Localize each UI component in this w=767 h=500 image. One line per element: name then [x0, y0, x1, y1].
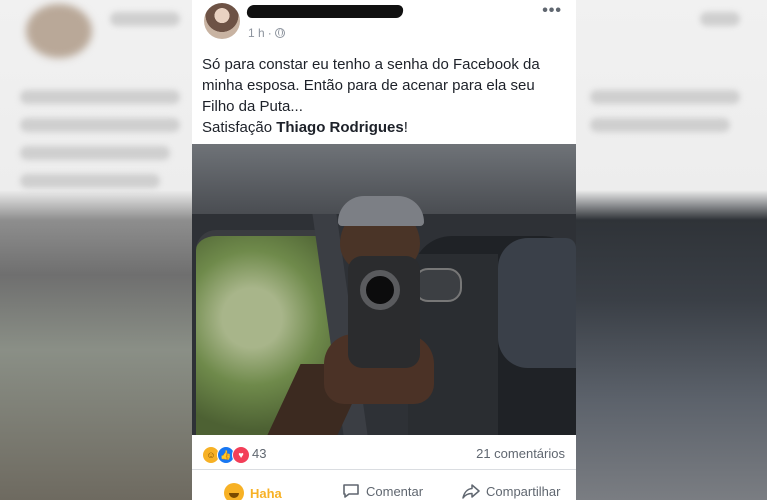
- photo-person-arm: [498, 238, 576, 368]
- post-text-suffix: !: [403, 119, 408, 136]
- love-icon: ♥: [232, 446, 250, 464]
- facebook-post: 1 h · ••• Só para constar eu tenho a sen…: [192, 0, 576, 500]
- share-icon: [462, 484, 480, 499]
- post-time[interactable]: 1 h: [248, 26, 265, 40]
- blurred-line: [590, 90, 740, 104]
- haha-button[interactable]: Haha: [224, 483, 282, 500]
- photo-vest-badge: [414, 268, 462, 302]
- blurred-line: [20, 146, 170, 160]
- photo-gun-muzzle: [360, 270, 400, 310]
- reactions-summary: ☺ 👍 ♥ 43 21 comentários: [192, 437, 576, 470]
- blurred-line: [590, 118, 730, 132]
- blurred-avatar: [26, 4, 92, 58]
- blurred-line: [20, 174, 160, 188]
- share-label: Compartilhar: [486, 483, 561, 499]
- post-header: 1 h · •••: [192, 0, 576, 44]
- blurred-line: [20, 90, 180, 104]
- comment-label: Comentar: [366, 483, 424, 499]
- haha-reaction-icon: [224, 483, 244, 500]
- photo-person-cap: [338, 196, 424, 226]
- post-text-body: Só para constar eu tenho a senha do Face…: [202, 56, 540, 115]
- tagged-user-link[interactable]: Thiago Rodrigues: [276, 119, 404, 136]
- reaction-icons[interactable]: ☺ 👍 ♥: [202, 446, 250, 464]
- post-meta: 1 h ·: [248, 26, 285, 40]
- globe-icon: [274, 28, 285, 38]
- more-options-icon[interactable]: •••: [542, 2, 562, 20]
- share-button[interactable]: Compartilhar: [462, 483, 560, 499]
- reaction-count[interactable]: 43: [252, 446, 266, 461]
- post-actions: Haha Comentar Compartilhar: [192, 478, 576, 500]
- post-text-prefix: Satisfação: [202, 119, 277, 136]
- background-left-panel: [0, 0, 192, 500]
- blurred-line: [20, 118, 180, 132]
- comment-button[interactable]: Comentar: [342, 483, 423, 499]
- meta-separator: ·: [267, 26, 272, 40]
- comment-count[interactable]: 21 comentários: [476, 446, 565, 461]
- background-right-panel: [576, 0, 767, 500]
- post-photo[interactable]: [192, 144, 576, 435]
- blurred-line: [110, 12, 180, 26]
- avatar[interactable]: [204, 3, 240, 39]
- post-text: Só para constar eu tenho a senha do Face…: [202, 54, 566, 138]
- comment-icon: [343, 484, 359, 498]
- redacted-author-name: [246, 5, 404, 18]
- blurred-line: [700, 12, 740, 26]
- haha-label: Haha: [250, 485, 282, 500]
